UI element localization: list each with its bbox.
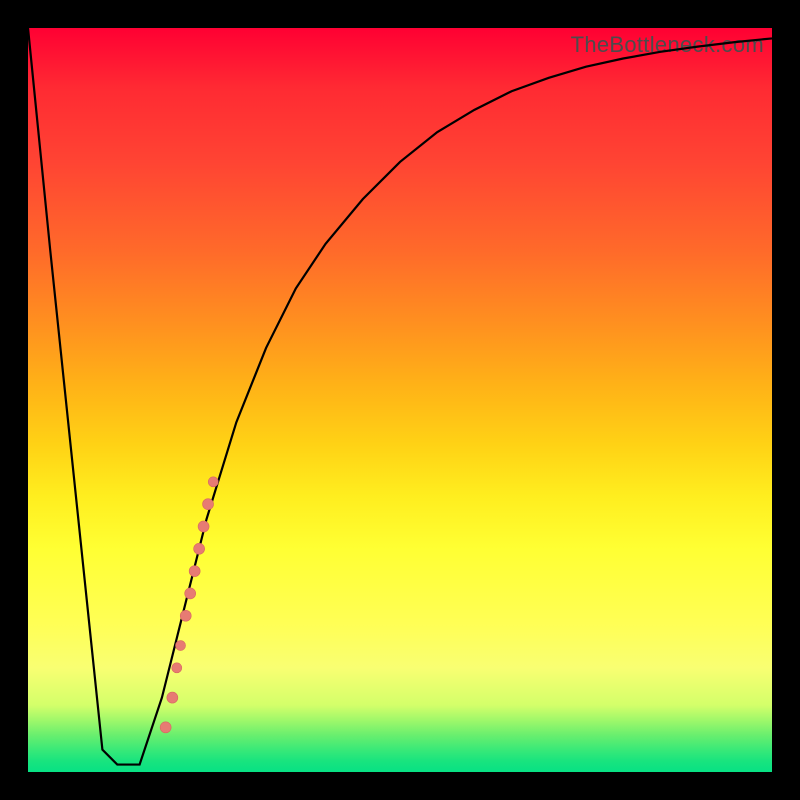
- data-point: [203, 499, 214, 510]
- data-point: [189, 566, 200, 577]
- data-point: [172, 663, 182, 673]
- chart-frame: TheBottleneck.com: [0, 0, 800, 800]
- data-point: [167, 692, 178, 703]
- data-point: [198, 521, 209, 532]
- data-point: [176, 641, 186, 651]
- data-point: [160, 722, 171, 733]
- curve-svg: [28, 28, 772, 772]
- bottleneck-curve-line: [28, 28, 772, 765]
- data-points-group: [160, 477, 218, 733]
- data-point: [194, 543, 205, 554]
- data-point: [185, 588, 196, 599]
- data-point: [180, 610, 191, 621]
- data-point: [208, 477, 218, 487]
- plot-area: TheBottleneck.com: [28, 28, 772, 772]
